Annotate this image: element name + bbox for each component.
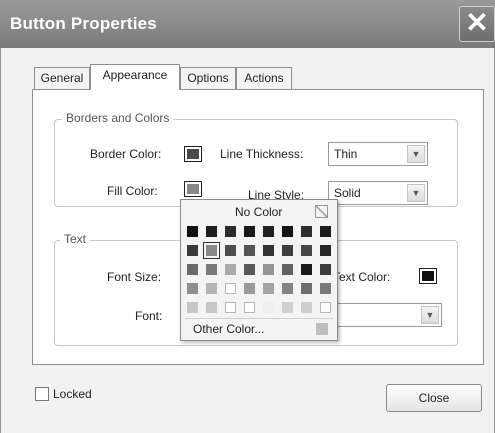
text-color-fill <box>422 271 434 281</box>
chevron-down-icon: ▼ <box>407 184 425 202</box>
fill-color-fill <box>187 184 199 194</box>
line-style-select[interactable]: Solid ▼ <box>328 181 428 205</box>
close-button[interactable]: Close <box>386 384 482 412</box>
color-swatch[interactable] <box>282 283 293 294</box>
color-swatch[interactable] <box>225 283 236 294</box>
locked-checkbox[interactable] <box>35 387 49 401</box>
color-swatch[interactable] <box>225 226 236 237</box>
color-swatch[interactable] <box>320 264 331 275</box>
window-title: Button Properties <box>10 14 157 33</box>
color-swatch[interactable] <box>282 226 293 237</box>
color-swatch[interactable] <box>187 264 198 275</box>
color-swatch[interactable] <box>187 226 198 237</box>
line-thickness-label: Line Thickness: <box>220 147 304 161</box>
color-swatch[interactable] <box>263 245 274 256</box>
text-color-label: Text Color: <box>333 270 391 284</box>
color-swatch[interactable] <box>187 283 198 294</box>
color-swatch[interactable] <box>206 264 217 275</box>
no-color-option[interactable]: No Color <box>181 200 337 222</box>
color-swatch[interactable] <box>244 245 255 256</box>
color-swatch-grid <box>187 226 331 318</box>
chevron-down-icon: ▼ <box>421 306 439 324</box>
color-swatch[interactable] <box>282 302 293 313</box>
color-swatch[interactable] <box>244 302 255 313</box>
other-color-swatch-icon <box>316 323 328 335</box>
color-swatch[interactable] <box>225 264 236 275</box>
border-color-swatch[interactable] <box>184 146 202 162</box>
color-swatch[interactable] <box>203 242 220 259</box>
chevron-down-icon: ▼ <box>407 145 425 163</box>
color-swatch[interactable] <box>320 302 331 313</box>
tab-options[interactable]: Options <box>180 67 236 89</box>
line-style-value: Solid <box>334 186 361 200</box>
no-color-label: No Color <box>235 205 283 219</box>
color-swatch[interactable] <box>301 226 312 237</box>
borders-colors-legend: Borders and Colors <box>62 111 174 125</box>
color-swatch[interactable] <box>206 302 217 313</box>
text-legend: Text <box>60 232 91 246</box>
font-size-label: Font Size: <box>107 270 162 284</box>
color-swatch[interactable] <box>244 283 255 294</box>
other-color-label: Other Color... <box>193 322 265 336</box>
no-color-icon <box>315 205 328 218</box>
color-swatch[interactable] <box>320 245 331 256</box>
color-swatch[interactable] <box>244 264 255 275</box>
line-thickness-value: Thin <box>334 147 358 161</box>
close-icon[interactable]: ✕ <box>459 6 495 42</box>
color-swatch[interactable] <box>225 302 236 313</box>
tab-actions[interactable]: Actions <box>236 67 292 89</box>
color-swatch[interactable] <box>263 302 274 313</box>
color-swatch[interactable] <box>206 283 217 294</box>
color-swatch[interactable] <box>301 302 312 313</box>
font-label: Font: <box>135 309 163 323</box>
color-swatch[interactable] <box>263 264 274 275</box>
color-swatch[interactable] <box>263 283 274 294</box>
color-swatch[interactable] <box>301 245 312 256</box>
tab-general[interactable]: General <box>34 67 90 89</box>
tab-appearance[interactable]: Appearance <box>90 64 180 90</box>
color-swatch[interactable] <box>206 226 217 237</box>
color-swatch[interactable] <box>282 245 293 256</box>
color-swatch[interactable] <box>282 264 293 275</box>
fill-color-label: Fill Color: <box>107 184 158 198</box>
color-swatch[interactable] <box>301 264 312 275</box>
color-swatch[interactable] <box>301 283 312 294</box>
other-color-option[interactable]: Other Color... <box>185 318 333 339</box>
line-thickness-select[interactable]: Thin ▼ <box>328 142 428 166</box>
color-swatch[interactable] <box>320 283 331 294</box>
border-color-label: Border Color: <box>90 147 162 161</box>
color-swatch[interactable] <box>263 226 274 237</box>
color-swatch[interactable] <box>187 245 198 256</box>
color-swatch[interactable] <box>244 226 255 237</box>
border-color-fill <box>187 149 199 159</box>
color-swatch[interactable] <box>187 302 198 313</box>
text-color-swatch[interactable] <box>419 268 437 284</box>
locked-label: Locked <box>53 387 92 401</box>
color-picker-popup: No Color Other Color... <box>180 199 338 341</box>
fill-color-swatch[interactable] <box>184 181 202 197</box>
color-swatch[interactable] <box>320 226 331 237</box>
color-swatch[interactable] <box>225 245 236 256</box>
